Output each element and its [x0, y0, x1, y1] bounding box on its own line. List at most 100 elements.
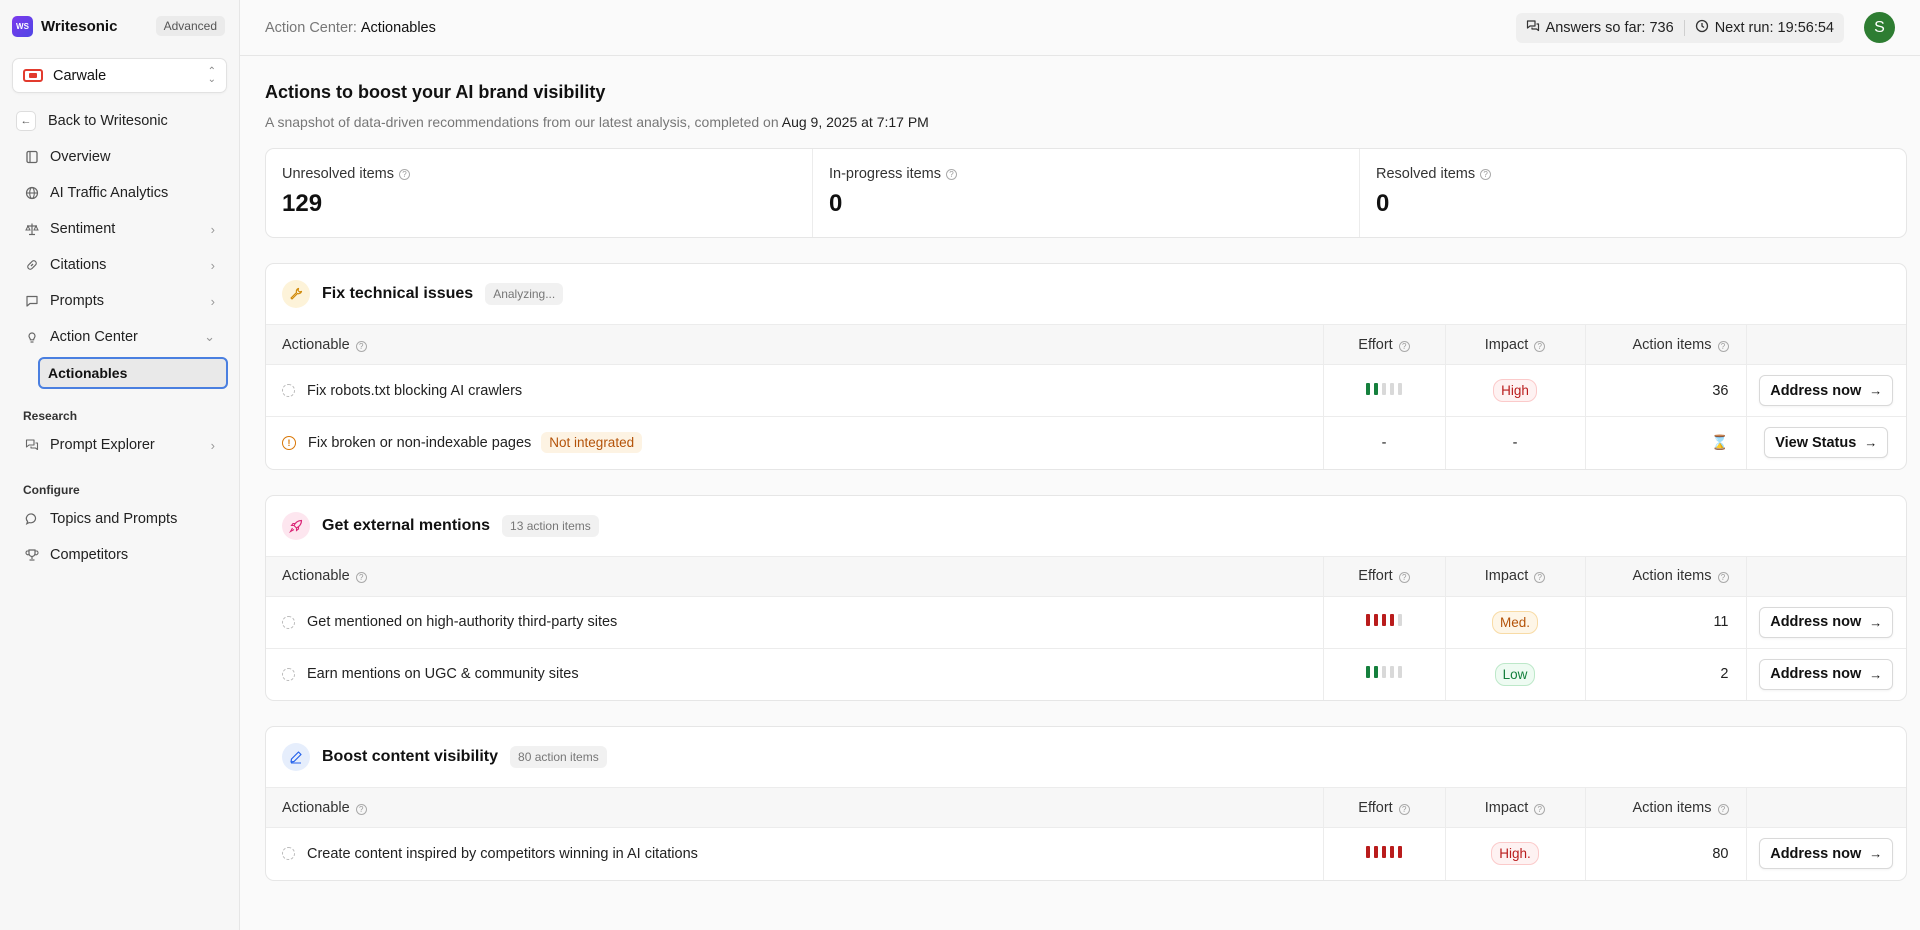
actionable-name: Earn mentions on UGC & community sites	[307, 666, 579, 683]
project-name: Carwale	[53, 67, 107, 84]
help-icon[interactable]: ?	[1398, 572, 1410, 583]
project-selector[interactable]: Carwale ⌃ ⌄	[12, 58, 227, 93]
hourglass-icon: ⌛	[1711, 434, 1729, 451]
effort-bar	[1366, 666, 1370, 679]
link-icon	[24, 258, 40, 272]
effort-bar	[1390, 614, 1394, 626]
help-icon[interactable]: ?	[1534, 340, 1546, 352]
view-status-button[interactable]: View Status →	[1764, 427, 1889, 459]
help-icon[interactable]: ?	[1398, 340, 1410, 352]
app-shell: WS Writesonic Advanced Carwale ⌃ ⌄ ← Back…	[0, 0, 1920, 930]
sidebar-subitem-actionables[interactable]: Actionables	[38, 357, 228, 389]
table-row[interactable]: Create content inspired by competitors w…	[266, 827, 1906, 880]
actionable-name: Create content inspired by competitors w…	[307, 845, 698, 862]
help-icon[interactable]: ?	[946, 168, 958, 180]
sidebar-item-citations[interactable]: Citations ›	[0, 247, 239, 283]
help-icon[interactable]: ?	[1534, 803, 1546, 815]
sidebar-item-overview[interactable]: Overview	[0, 139, 239, 175]
sidebar-item-label: Sentiment	[50, 221, 116, 237]
column-header-impact: Impact?	[1444, 324, 1585, 365]
card-get-external-mentions: Get external mentions 13 action items Ac…	[265, 494, 1907, 701]
main-area: Action Center: Actionables Answers so fa…	[240, 0, 1920, 930]
address-now-button[interactable]: Address now →	[1759, 606, 1894, 638]
sidebar-item-action-center[interactable]: Action Center ⌄	[0, 319, 239, 355]
stat-label: Unresolved items	[282, 166, 395, 182]
help-icon[interactable]: ?	[399, 168, 411, 180]
help-icon[interactable]: ?	[355, 340, 367, 352]
content: Actions to boost your AI brand visibilit…	[240, 82, 1920, 881]
address-now-button[interactable]: Address now →	[1759, 658, 1894, 690]
scale-icon	[24, 222, 40, 236]
help-icon[interactable]: ?	[1534, 572, 1546, 583]
breadcrumb-parent[interactable]: Action Center:	[265, 20, 357, 36]
effort-bar	[1398, 382, 1402, 395]
actionables-table: Actionable? Effort? Impact? Action items…	[266, 555, 1906, 700]
not-integrated-badge: Not integrated	[541, 432, 643, 454]
effort-bar	[1390, 845, 1394, 858]
sidebar-item-ai-traffic-analytics[interactable]: AI Traffic Analytics	[0, 175, 239, 211]
sidebar-item-label: Competitors	[50, 547, 129, 563]
table-row[interactable]: Get mentioned on high-authority third-pa…	[266, 596, 1906, 649]
table-header-row: Actionable? Effort? Impact? Action items…	[266, 555, 1906, 597]
back-to-writesonic-link[interactable]: ← Back to Writesonic	[0, 103, 239, 139]
actionable-name: Get mentioned on high-authority third-pa…	[307, 614, 618, 630]
pen-icon	[282, 743, 310, 771]
stat-label: Resolved items	[1376, 166, 1476, 182]
section-label-configure: Configure	[23, 483, 80, 497]
writesonic-logo-icon: WS	[12, 15, 33, 37]
chevron-right-icon: ›	[210, 437, 215, 453]
trophy-icon	[24, 548, 40, 562]
sidebar-item-label: Action Center	[50, 329, 138, 345]
effort-meter	[1366, 614, 1402, 626]
table-row[interactable]: Fix robots.txt blocking AI crawlers High…	[266, 364, 1906, 417]
effort-empty: -	[1322, 416, 1445, 469]
effort-bar	[1398, 845, 1402, 858]
pending-status-icon	[282, 615, 295, 629]
card-boost-content-visibility: Boost content visibility 80 action items…	[265, 726, 1907, 881]
address-now-button[interactable]: Address now →	[1759, 375, 1894, 406]
messages-icon	[24, 438, 40, 452]
card-badge: Analyzing...	[485, 283, 564, 305]
table-row[interactable]: ! Fix broken or non-indexable pages Not in…	[266, 416, 1906, 469]
address-now-button[interactable]: Address now →	[1759, 838, 1894, 870]
column-header-actionable: Actionable?	[266, 555, 1323, 597]
summary-stats: Unresolved items? 129 In-progress items?…	[265, 148, 1907, 238]
effort-bar	[1366, 382, 1370, 395]
help-icon[interactable]: ?	[1398, 803, 1410, 815]
stat-value: 0	[1376, 190, 1390, 217]
column-header-effort: Effort?	[1322, 787, 1445, 828]
impact-badge: High.	[1491, 842, 1539, 866]
user-avatar[interactable]: S	[1864, 12, 1895, 43]
impact-empty: -	[1444, 416, 1585, 469]
column-header-effort: Effort?	[1322, 324, 1445, 365]
stat-in-progress: In-progress items? 0	[813, 149, 1360, 237]
column-header-action-items: Action items?	[1584, 324, 1746, 365]
help-icon[interactable]: ?	[1717, 803, 1729, 815]
column-header-impact: Impact?	[1444, 555, 1585, 597]
top-bar: Action Center: Actionables Answers so fa…	[240, 0, 1920, 56]
help-icon[interactable]: ?	[355, 572, 367, 583]
sidebar-item-sentiment[interactable]: Sentiment ›	[0, 211, 239, 247]
sidebar-item-label: Prompts	[50, 293, 104, 309]
action-items-count: 80	[1584, 827, 1746, 880]
table-row[interactable]: Earn mentions on UGC & community sites L…	[266, 648, 1906, 700]
message-circle-icon	[24, 512, 40, 526]
help-icon[interactable]: ?	[355, 803, 367, 815]
stat-value: 129	[282, 190, 323, 217]
column-header-action	[1745, 555, 1906, 597]
help-icon[interactable]: ?	[1480, 168, 1492, 180]
help-icon[interactable]: ?	[1717, 572, 1729, 583]
impact-badge: High	[1493, 379, 1537, 402]
sidebar-item-label: Prompt Explorer	[50, 437, 155, 453]
sidebar-item-competitors[interactable]: Competitors	[0, 537, 239, 573]
sidebar-item-prompts[interactable]: Prompts ›	[0, 283, 239, 319]
table-header-row: Actionable? Effort? Impact? Action items…	[266, 324, 1906, 365]
stat-resolved: Resolved items? 0	[1360, 149, 1906, 237]
warning-icon: !	[282, 435, 296, 450]
section-label-research: Research	[23, 409, 78, 423]
sidebar-item-prompt-explorer[interactable]: Prompt Explorer ›	[0, 427, 239, 463]
card-title: Get external mentions	[322, 516, 491, 534]
help-icon[interactable]: ?	[1717, 340, 1729, 352]
sidebar-item-topics-and-prompts[interactable]: Topics and Prompts	[0, 501, 239, 537]
card-badge: 80 action items	[510, 746, 607, 768]
